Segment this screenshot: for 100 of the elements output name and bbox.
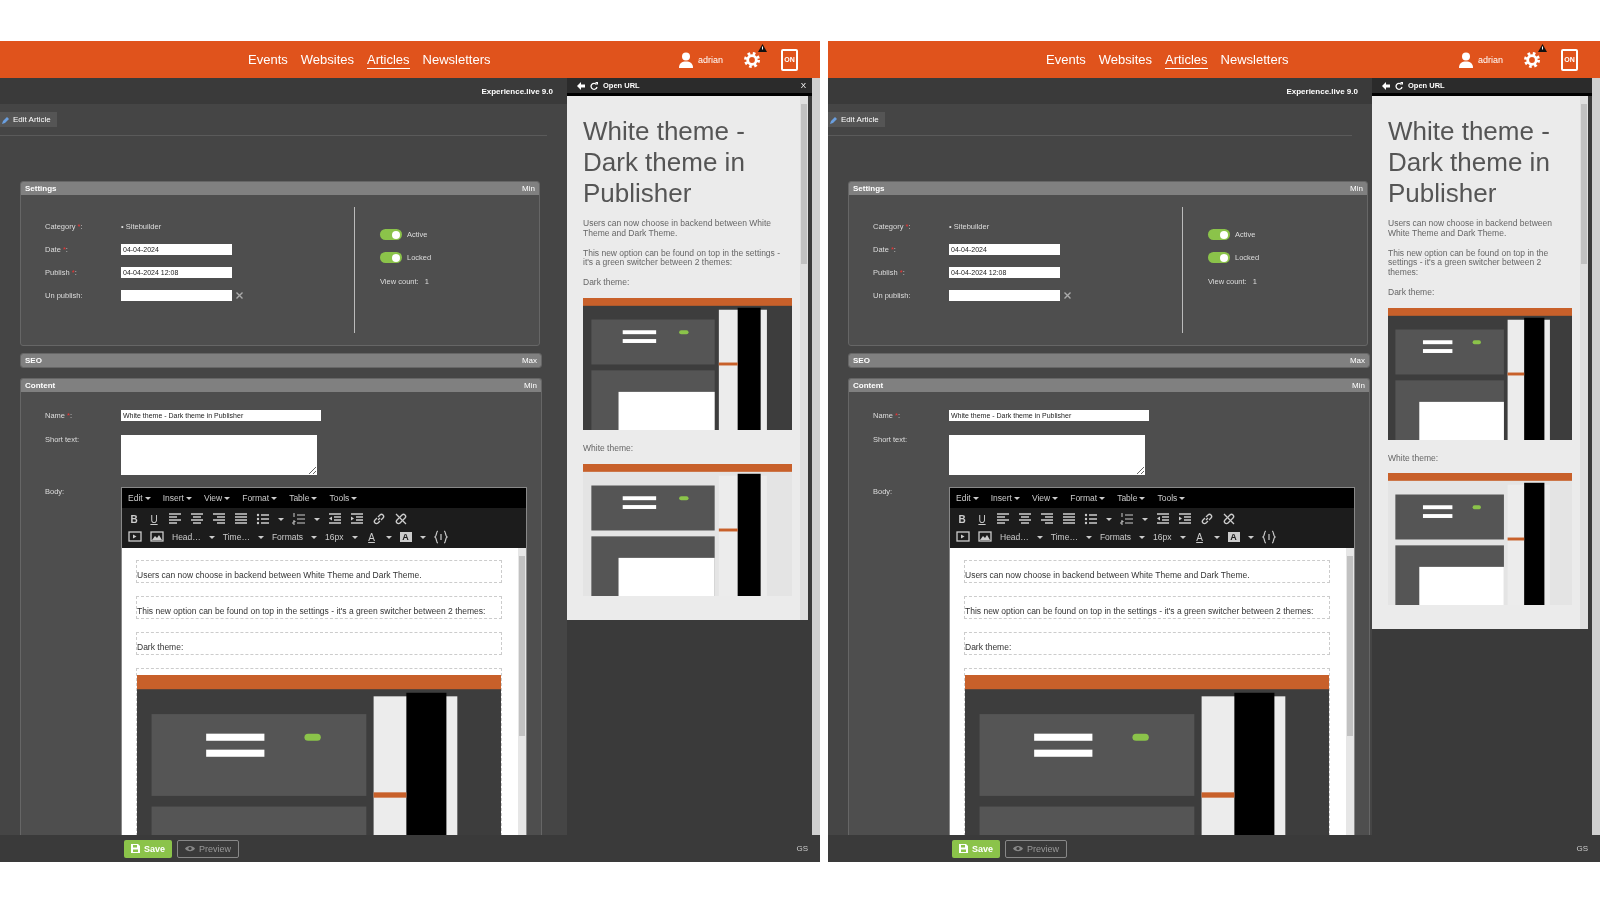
align-center-icon[interactable] <box>190 512 204 526</box>
caret-icon[interactable] <box>972 496 979 500</box>
settings-icon[interactable] <box>1523 50 1541 69</box>
input-field[interactable] <box>121 290 232 301</box>
nav-link[interactable]: Events <box>248 50 288 69</box>
edit-article-tab[interactable]: Edit Article <box>0 112 57 127</box>
nav-link[interactable]: Events <box>1046 50 1086 69</box>
menu-item[interactable]: Format <box>1070 493 1106 503</box>
menu-item[interactable]: Format <box>242 493 278 503</box>
collapse-toggle[interactable]: Min <box>522 184 535 193</box>
justify-icon[interactable] <box>1062 512 1076 526</box>
user-icon[interactable] <box>677 51 694 68</box>
caret-icon[interactable] <box>1013 496 1020 500</box>
toolbar-dropdown[interactable]: 16px <box>1153 532 1186 542</box>
bg-color-button[interactable]: A <box>399 532 412 542</box>
align-center-icon[interactable] <box>1018 512 1032 526</box>
menu-item[interactable]: Insert <box>990 493 1020 503</box>
scrollbar[interactable] <box>1580 96 1588 630</box>
caret-icon[interactable] <box>278 517 284 521</box>
caret-icon[interactable] <box>224 496 231 500</box>
close-icon[interactable] <box>1064 292 1071 299</box>
bold-button[interactable]: B <box>128 513 140 525</box>
caret-icon[interactable] <box>1106 517 1112 521</box>
nav-link[interactable]: Websites <box>300 50 354 69</box>
caret-icon[interactable] <box>1085 535 1092 539</box>
menu-item[interactable]: Table <box>289 493 318 503</box>
caret-icon[interactable] <box>1052 496 1059 500</box>
input-field[interactable] <box>949 290 1060 301</box>
bullet-list-icon[interactable] <box>256 512 270 526</box>
user-name[interactable]: adrian <box>697 54 723 65</box>
toolbar-dropdown[interactable]: Formats <box>271 532 318 542</box>
menu-item[interactable]: Table <box>1117 493 1146 503</box>
image-icon[interactable] <box>978 530 992 544</box>
menu-item[interactable]: View <box>203 493 231 503</box>
caret-icon[interactable] <box>1139 496 1146 500</box>
scrollbar[interactable] <box>518 548 526 835</box>
align-right-icon[interactable] <box>212 512 226 526</box>
toggle-switch[interactable] <box>1208 229 1230 240</box>
align-left-icon[interactable] <box>996 512 1010 526</box>
refresh-icon[interactable] <box>590 81 598 90</box>
indent-icon[interactable] <box>350 512 364 526</box>
caret-icon[interactable] <box>351 535 358 539</box>
caret-icon[interactable] <box>1213 535 1220 539</box>
menu-item[interactable]: Tools <box>329 493 358 503</box>
toolbar-dropdown[interactable]: Formats <box>1099 532 1146 542</box>
toolbar-dropdown[interactable]: Head… <box>1000 532 1043 542</box>
caret-icon[interactable] <box>1139 535 1146 539</box>
menu-item[interactable]: Tools <box>1157 493 1186 503</box>
toolbar-dropdown[interactable]: Time… <box>1050 532 1092 542</box>
numbered-list-icon[interactable] <box>1120 512 1134 526</box>
bold-button[interactable]: B <box>956 513 968 525</box>
nav-link[interactable]: Newsletters <box>1220 50 1289 69</box>
collapse-toggle[interactable]: Min <box>1350 184 1363 193</box>
collapse-toggle[interactable]: Max <box>521 356 537 365</box>
caret-icon[interactable] <box>1142 517 1148 521</box>
collapse-toggle[interactable]: Max <box>1349 356 1365 365</box>
underline-button[interactable]: U <box>976 513 988 525</box>
caret-icon[interactable] <box>311 496 318 500</box>
caret-icon[interactable] <box>144 496 151 500</box>
arrow-left-icon[interactable] <box>577 81 585 90</box>
caret-icon[interactable] <box>311 535 318 539</box>
caret-icon[interactable] <box>1247 535 1254 539</box>
close-button[interactable]: X <box>800 81 806 90</box>
caret-icon[interactable] <box>351 496 358 500</box>
menu-item[interactable]: Edit <box>128 493 151 503</box>
user-name[interactable]: adrian <box>1477 54 1503 65</box>
unlink-icon[interactable] <box>1222 512 1236 526</box>
menu-item[interactable]: Edit <box>956 493 979 503</box>
numbered-list-icon[interactable] <box>292 512 306 526</box>
caret-icon[interactable] <box>1036 535 1043 539</box>
caret-icon[interactable] <box>271 496 278 500</box>
text-color-button[interactable]: A <box>365 531 378 543</box>
user-icon[interactable] <box>1457 51 1474 68</box>
unlink-icon[interactable] <box>394 512 408 526</box>
code-icon[interactable] <box>433 530 448 544</box>
link-icon[interactable] <box>1200 512 1214 526</box>
close-icon[interactable] <box>236 292 243 299</box>
menu-item[interactable]: Insert <box>162 493 192 503</box>
caret-icon[interactable] <box>257 535 264 539</box>
outdent-icon[interactable] <box>328 512 342 526</box>
caret-icon[interactable] <box>208 535 215 539</box>
outdent-icon[interactable] <box>1156 512 1170 526</box>
bullet-list-icon[interactable] <box>1084 512 1098 526</box>
collapse-toggle[interactable]: Min <box>1352 381 1365 390</box>
align-left-icon[interactable] <box>168 512 182 526</box>
align-right-icon[interactable] <box>1040 512 1054 526</box>
toolbar-dropdown[interactable]: 16px <box>325 532 358 542</box>
caret-icon[interactable] <box>1099 496 1106 500</box>
menu-item[interactable]: View <box>1031 493 1059 503</box>
indent-icon[interactable] <box>1178 512 1192 526</box>
settings-icon[interactable] <box>743 50 761 69</box>
toolbar-dropdown[interactable]: Time… <box>222 532 264 542</box>
caret-icon[interactable] <box>419 535 426 539</box>
scrollbar[interactable] <box>812 78 820 835</box>
text-color-button[interactable]: A <box>1193 531 1206 543</box>
underline-button[interactable]: U <box>148 513 160 525</box>
arrow-left-icon[interactable] <box>1382 81 1390 90</box>
caret-icon[interactable] <box>314 517 320 521</box>
code-icon[interactable] <box>1261 530 1276 544</box>
bg-color-button[interactable]: A <box>1227 532 1240 542</box>
